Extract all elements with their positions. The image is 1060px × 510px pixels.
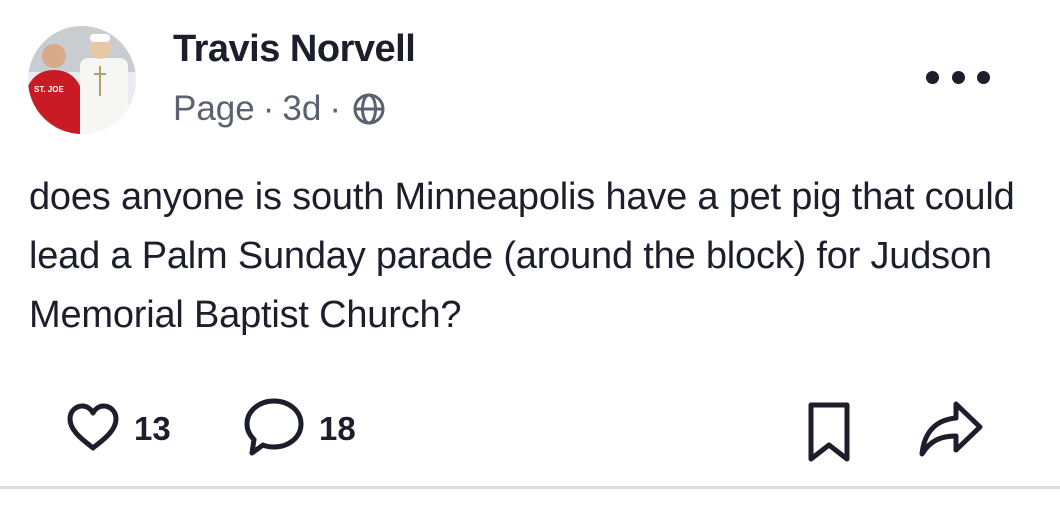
- like-count: 13: [134, 410, 171, 447]
- heart-icon: [66, 402, 120, 457]
- globe-icon: [351, 91, 387, 127]
- more-dot: [926, 70, 939, 84]
- meta-separator: ·: [262, 89, 275, 128]
- comment-bubble-icon: [243, 397, 305, 462]
- share-arrow-icon: [918, 400, 984, 465]
- avatar-shirt-text: ST. JOE: [34, 85, 64, 94]
- post-divider: [0, 486, 1060, 489]
- meta-separator: ·: [329, 89, 341, 128]
- like-button[interactable]: 13: [66, 400, 171, 458]
- meta-type: Page: [173, 89, 255, 128]
- post-text: does anyone is south Minneapolis have a …: [29, 176, 1015, 336]
- author-avatar[interactable]: ST. JOE: [28, 26, 136, 134]
- bookmark-icon: [806, 401, 852, 468]
- bookmark-button[interactable]: [806, 401, 852, 468]
- post-meta: Page · 3d ·: [173, 86, 387, 132]
- more-dot: [951, 70, 965, 84]
- comment-count: 18: [319, 410, 356, 447]
- share-button[interactable]: [918, 400, 984, 465]
- post-age[interactable]: 3d: [282, 86, 321, 132]
- author-name[interactable]: Travis Norvell: [173, 26, 416, 72]
- comment-button[interactable]: 18: [243, 398, 356, 458]
- post-card: ST. JOE Travis Norvell Page · 3d · does …: [0, 0, 1060, 510]
- more-options-button[interactable]: [926, 62, 990, 92]
- more-dot: [977, 70, 990, 84]
